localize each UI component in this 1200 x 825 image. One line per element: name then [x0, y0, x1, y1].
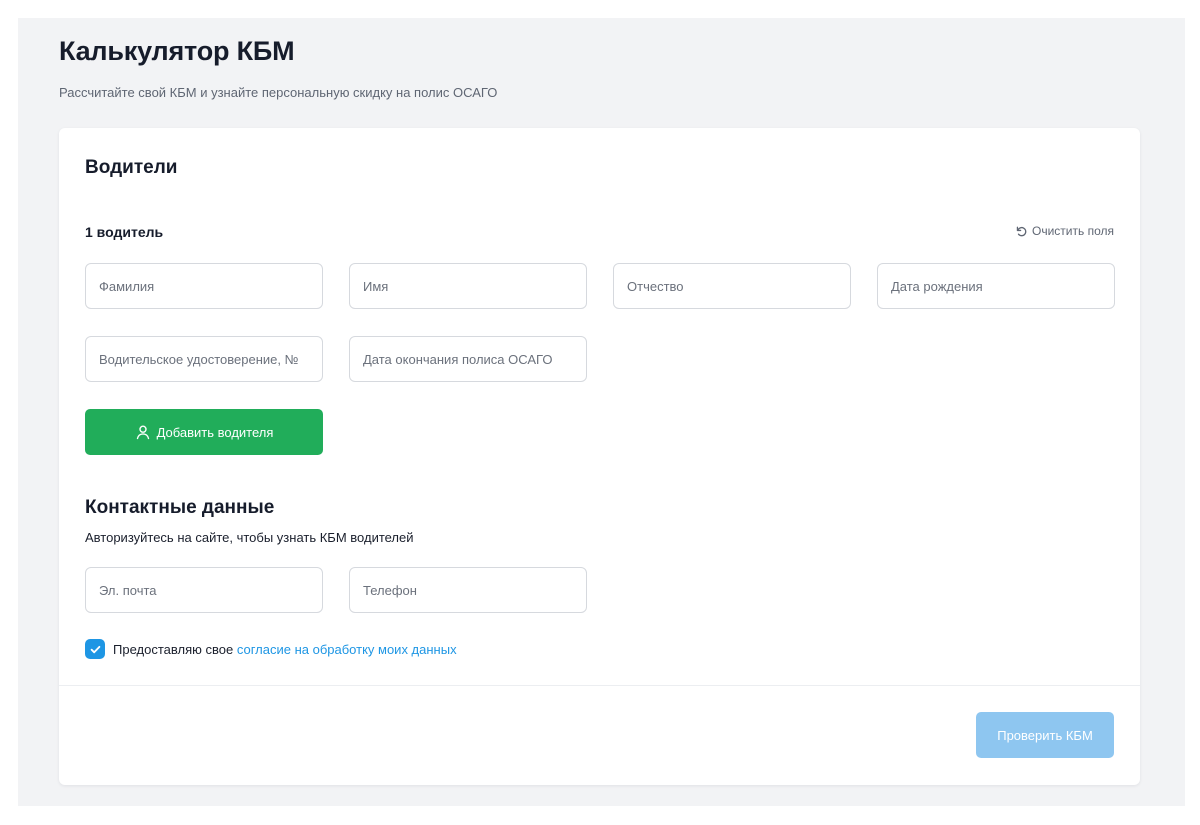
page-subtitle: Рассчитайте свой КБМ и узнайте персональ…	[59, 85, 498, 100]
consent-text: Предоставляю свое	[113, 641, 234, 657]
last-name-input[interactable]	[99, 278, 322, 294]
contacts-description: Авторизуйтесь на сайте, чтобы узнать КБМ…	[85, 530, 414, 545]
email-field[interactable]	[85, 567, 323, 613]
phone-field[interactable]	[349, 567, 587, 613]
contacts-section-title: Контактные данные	[85, 497, 275, 518]
drivers-section-title: Водители	[85, 157, 178, 178]
email-input[interactable]	[99, 582, 322, 598]
footer-divider	[59, 685, 1140, 686]
user-icon	[136, 425, 149, 440]
check-icon	[90, 645, 100, 653]
check-kbm-button[interactable]: Проверить КБМ	[976, 712, 1114, 758]
consent-link[interactable]: согласие на обработку моих данных	[237, 642, 457, 657]
page-title: Калькулятор КБМ	[59, 36, 295, 66]
calculator-card: Водители 1 водитель Очистить поля Добави…	[59, 128, 1140, 785]
policy-end-field[interactable]	[349, 336, 587, 382]
first-name-input[interactable]	[363, 278, 586, 294]
clear-fields-label: Очистить поля	[1032, 224, 1114, 238]
refresh-icon	[1016, 226, 1027, 236]
license-field[interactable]	[85, 336, 323, 382]
birth-date-field[interactable]	[877, 263, 1115, 309]
birth-date-input[interactable]	[891, 278, 1114, 294]
add-driver-button[interactable]: Добавить водителя	[85, 409, 323, 455]
consent-checkbox[interactable]	[85, 639, 105, 659]
patronymic-field[interactable]	[613, 263, 851, 309]
last-name-field[interactable]	[85, 263, 323, 309]
consent-row: Предоставляю свое согласие на обработку …	[85, 639, 457, 659]
first-name-field[interactable]	[349, 263, 587, 309]
policy-end-input[interactable]	[363, 351, 586, 367]
license-input[interactable]	[99, 351, 322, 367]
clear-fields-button[interactable]: Очистить поля	[1015, 224, 1114, 238]
phone-input[interactable]	[363, 582, 586, 598]
add-driver-label: Добавить водителя	[156, 424, 274, 440]
driver-label: 1 водитель	[85, 224, 164, 240]
patronymic-input[interactable]	[627, 278, 850, 294]
